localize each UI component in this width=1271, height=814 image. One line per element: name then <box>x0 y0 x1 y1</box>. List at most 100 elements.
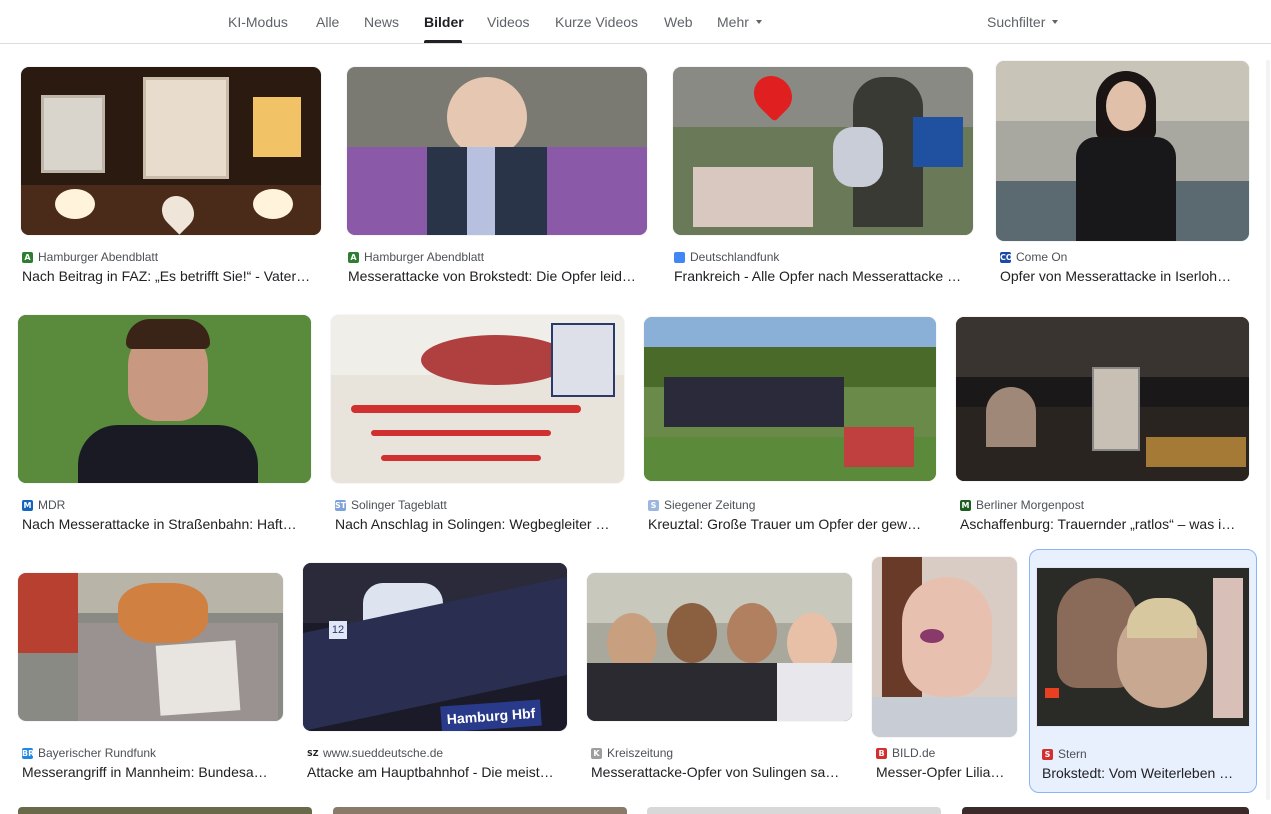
source-name: Solinger Tageblatt <box>351 498 447 512</box>
result-card[interactable]: M Berliner Morgenpost Aschaffenburg: Trau… <box>956 310 1252 542</box>
result-image-partial[interactable] <box>18 807 312 814</box>
result-card[interactable]: Deutschlandfunk Frankreich - Alle Opfer … <box>670 60 976 292</box>
tab-kurze-videos[interactable]: Kurze Videos <box>555 14 638 30</box>
result-source: ST Solinger Tageblatt <box>335 498 447 512</box>
source-name: Come On <box>1016 250 1068 264</box>
result-image[interactable] <box>644 317 936 481</box>
result-image[interactable] <box>331 315 624 483</box>
source-name: MDR <box>38 498 66 512</box>
result-card[interactable]: ST Solinger Tageblatt Nach Anschlag in So… <box>331 310 627 542</box>
source-name: Berliner Morgenpost <box>976 498 1085 512</box>
result-card[interactable]: 12 Hamburg Hbf SZ www.sueddeutsche.de Att… <box>303 557 571 789</box>
favicon-icon: K <box>591 747 602 759</box>
result-source: M MDR <box>22 498 65 512</box>
favicon-icon: SZ <box>307 747 319 759</box>
favicon-icon: B <box>876 747 887 759</box>
chevron-down-icon <box>755 20 762 25</box>
result-title[interactable]: Opfer von Messerattacke in Iserloh… <box>1000 268 1245 284</box>
result-card[interactable]: CO Come On Opfer von Messerattacke in Ise… <box>996 60 1252 292</box>
result-image[interactable] <box>18 573 283 721</box>
favicon-icon: A <box>22 251 33 263</box>
result-image[interactable] <box>18 315 311 483</box>
result-source: A Hamburger Abendblatt <box>22 250 158 264</box>
result-image[interactable] <box>21 67 321 235</box>
result-image-partial[interactable] <box>647 807 941 814</box>
suchfilter-label: Suchfilter <box>987 14 1046 30</box>
result-source: S Stern <box>1042 747 1087 761</box>
result-source: A Hamburger Abendblatt <box>348 250 484 264</box>
suchfilter-button[interactable]: Suchfilter <box>987 14 1059 30</box>
result-card-selected[interactable]: S Stern Brokstedt: Vom Weiterleben … <box>1029 549 1257 793</box>
result-card[interactable]: S Siegener Zeitung Kreuztal: Große Trauer… <box>644 310 940 542</box>
favicon-icon: ST <box>335 499 347 511</box>
result-source: BR Bayerischer Rundfunk <box>22 746 156 760</box>
favicon-icon: M <box>960 499 971 511</box>
result-image[interactable] <box>1037 568 1249 726</box>
source-name: Deutschlandfunk <box>690 250 780 264</box>
tab-videos[interactable]: Videos <box>487 14 530 30</box>
source-name: BILD.de <box>892 746 936 760</box>
result-source: M Berliner Morgenpost <box>960 498 1084 512</box>
result-title[interactable]: Attacke am Hauptbahnhof - Die meist… <box>307 764 565 780</box>
tab-news[interactable]: News <box>364 14 399 30</box>
result-title[interactable]: Brokstedt: Vom Weiterleben … <box>1042 765 1248 781</box>
result-card[interactable]: K Kreiszeitung Messerattacke-Opfer von Su… <box>587 557 855 789</box>
source-name: Bayerischer Rundfunk <box>38 746 157 760</box>
result-image[interactable] <box>872 557 1017 737</box>
tab-mehr-label: Mehr <box>717 14 749 30</box>
result-image[interactable] <box>996 61 1249 241</box>
active-tab-indicator <box>424 40 462 43</box>
result-source: K Kreiszeitung <box>591 746 673 760</box>
result-title[interactable]: Nach Messerattacke in Straßenbahn: Haft… <box>22 516 308 532</box>
result-image-partial[interactable] <box>333 807 627 814</box>
result-source: Deutschlandfunk <box>674 250 779 264</box>
result-card[interactable]: BR Bayerischer Rundfunk Messerangriff in … <box>18 557 286 789</box>
result-source: B BILD.de <box>876 746 935 760</box>
favicon-icon <box>674 251 685 263</box>
result-card[interactable]: M MDR Nach Messerattacke in Straßenbahn: … <box>18 310 314 542</box>
scrollbar[interactable] <box>1266 60 1270 800</box>
favicon-icon: CO <box>1000 251 1013 263</box>
favicon-icon: A <box>348 251 359 263</box>
result-card[interactable]: B BILD.de Messer-Opfer Lilia… <box>872 557 1020 789</box>
favicon-icon: BR <box>22 747 35 759</box>
source-name: Siegener Zeitung <box>664 498 756 512</box>
tab-alle[interactable]: Alle <box>316 14 339 30</box>
result-source: S Siegener Zeitung <box>648 498 755 512</box>
result-title[interactable]: Frankreich - Alle Opfer nach Messerattac… <box>674 268 972 284</box>
platform-number: 12 <box>329 621 347 639</box>
favicon-icon: M <box>22 499 33 511</box>
tab-bilder[interactable]: Bilder <box>424 14 464 30</box>
result-title[interactable]: Messerattacke-Opfer von Sulingen sa… <box>591 764 849 780</box>
tab-web[interactable]: Web <box>664 14 693 30</box>
result-title[interactable]: Aschaffenburg: Trauernder „ratlos“ – was… <box>960 516 1246 532</box>
result-image[interactable] <box>673 67 973 235</box>
result-image-partial[interactable] <box>962 807 1249 814</box>
favicon-icon: S <box>648 499 659 511</box>
result-title[interactable]: Messerangriff in Mannheim: Bundesa… <box>22 764 280 780</box>
tab-ki-modus[interactable]: KI-Modus <box>228 14 288 30</box>
result-card[interactable]: A Hamburger Abendblatt Nach Beitrag in FA… <box>18 60 324 292</box>
result-image[interactable]: 12 Hamburg Hbf <box>303 563 567 731</box>
source-name: Stern <box>1058 747 1087 761</box>
source-name: Hamburger Abendblatt <box>364 250 485 264</box>
result-image[interactable] <box>347 67 647 235</box>
tab-mehr[interactable]: Mehr <box>717 14 762 30</box>
top-navigation-bar: KI-Modus Alle News Bilder Videos Kurze V… <box>0 0 1271 44</box>
chevron-down-icon <box>1052 20 1059 25</box>
station-sign: Hamburg Hbf <box>440 699 542 731</box>
result-card[interactable]: A Hamburger Abendblatt Messerattacke von … <box>344 60 650 292</box>
result-title[interactable]: Messer-Opfer Lilia… <box>876 764 1014 780</box>
result-title[interactable]: Messerattacke von Brokstedt: Die Opfer l… <box>348 268 646 284</box>
result-title[interactable]: Nach Beitrag in FAZ: „Es betrifft Sie!“ … <box>22 268 320 284</box>
result-image[interactable] <box>587 573 852 721</box>
result-source: SZ www.sueddeutsche.de <box>307 746 443 760</box>
source-name: www.sueddeutsche.de <box>323 746 444 760</box>
source-name: Kreiszeitung <box>607 746 674 760</box>
result-source: CO Come On <box>1000 250 1067 264</box>
favicon-icon: S <box>1042 748 1053 760</box>
result-title[interactable]: Nach Anschlag in Solingen: Wegbegleiter … <box>335 516 621 532</box>
result-title[interactable]: Kreuztal: Große Trauer um Opfer der gew… <box>648 516 934 532</box>
result-image[interactable] <box>956 317 1249 481</box>
source-name: Hamburger Abendblatt <box>38 250 159 264</box>
